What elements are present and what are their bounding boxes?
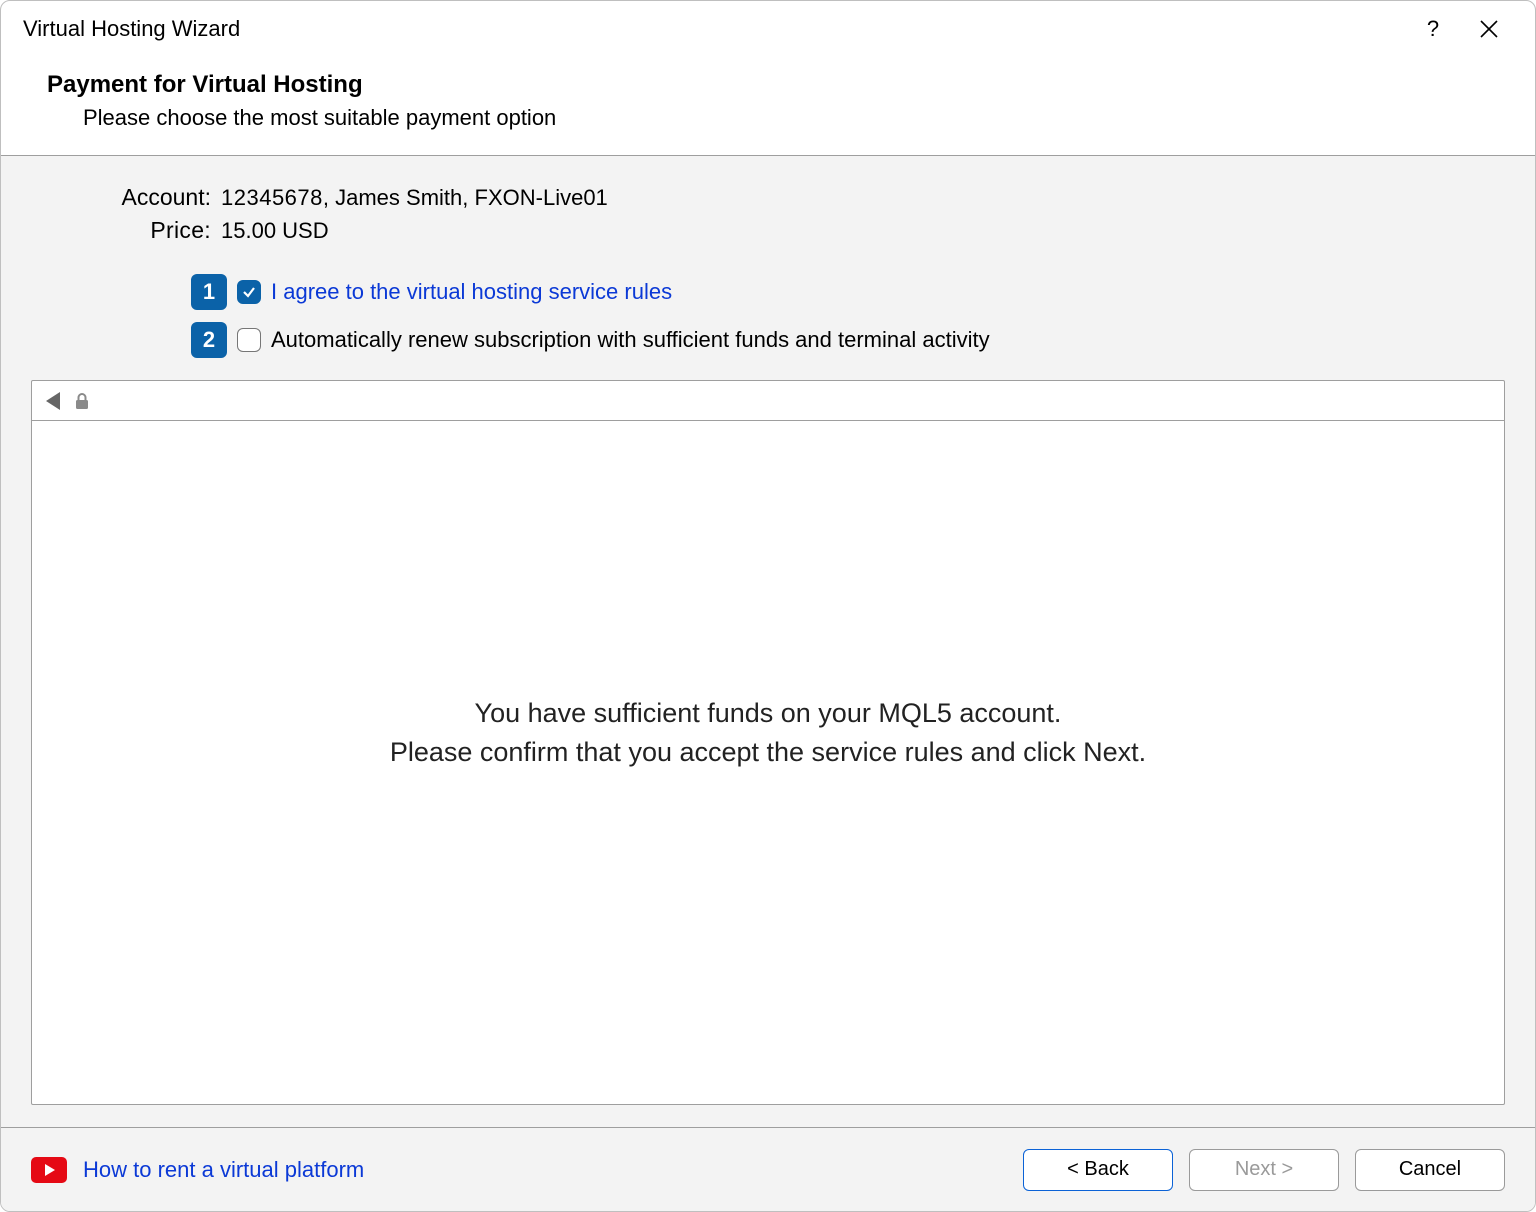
frame-body: You have sufficient funds on your MQL5 a… [32, 421, 1504, 1104]
footer-left: How to rent a virtual platform [31, 1157, 1023, 1183]
back-button[interactable]: < Back [1023, 1149, 1173, 1191]
info-rows: Account: 12345678, James Smith, FXON-Liv… [31, 184, 1505, 250]
content-area: Account: 12345678, James Smith, FXON-Liv… [1, 156, 1535, 1127]
account-row: Account: 12345678, James Smith, FXON-Liv… [111, 184, 1505, 211]
help-button[interactable]: ? [1405, 1, 1461, 57]
next-button[interactable]: Next > [1189, 1149, 1339, 1191]
account-server: FXON-Live01 [475, 185, 608, 210]
frame-toolbar [32, 381, 1504, 421]
back-arrow-icon[interactable] [46, 392, 60, 410]
embedded-frame: You have sufficient funds on your MQL5 a… [31, 380, 1505, 1105]
price-row: Price: 15.00 USD [111, 217, 1505, 244]
footer-buttons: < Back Next > Cancel [1023, 1149, 1505, 1191]
window-title: Virtual Hosting Wizard [23, 16, 1405, 42]
account-name: James Smith [335, 185, 462, 210]
page-subtitle: Please choose the most suitable payment … [83, 105, 1535, 131]
wizard-window: Virtual Hosting Wizard ? Payment for Vir… [0, 0, 1536, 1212]
funds-message-line1: You have sufficient funds on your MQL5 a… [475, 698, 1062, 729]
price-label: Price: [111, 217, 221, 244]
youtube-icon[interactable] [31, 1157, 67, 1183]
account-value: 12345678, James Smith, FXON-Live01 [221, 185, 608, 211]
how-to-rent-link[interactable]: How to rent a virtual platform [83, 1157, 364, 1183]
agree-checkbox[interactable] [237, 280, 261, 304]
check-rows: 1 I agree to the virtual hosting service… [31, 274, 1505, 370]
agree-rules-link[interactable]: I agree to the virtual hosting service r… [271, 279, 672, 305]
badge-2: 2 [191, 322, 227, 358]
close-button[interactable] [1461, 1, 1517, 57]
page-title: Payment for Virtual Hosting [47, 71, 1535, 99]
badge-1: 1 [191, 274, 227, 310]
funds-message-line2: Please confirm that you accept the servi… [390, 737, 1146, 768]
footer: How to rent a virtual platform < Back Ne… [1, 1127, 1535, 1211]
agree-row: 1 I agree to the virtual hosting service… [191, 274, 1505, 310]
account-label: Account: [111, 184, 221, 211]
check-icon [242, 285, 256, 299]
price-value: 15.00 USD [221, 218, 329, 244]
wizard-header: Payment for Virtual Hosting Please choos… [1, 57, 1535, 156]
close-icon [1480, 20, 1498, 38]
lock-icon [74, 392, 90, 410]
renew-row: 2 Automatically renew subscription with … [191, 322, 1505, 358]
account-number: 12345678 [221, 185, 323, 210]
auto-renew-checkbox[interactable] [237, 328, 261, 352]
titlebar: Virtual Hosting Wizard ? [1, 1, 1535, 57]
cancel-button[interactable]: Cancel [1355, 1149, 1505, 1191]
auto-renew-label: Automatically renew subscription with su… [271, 327, 990, 353]
